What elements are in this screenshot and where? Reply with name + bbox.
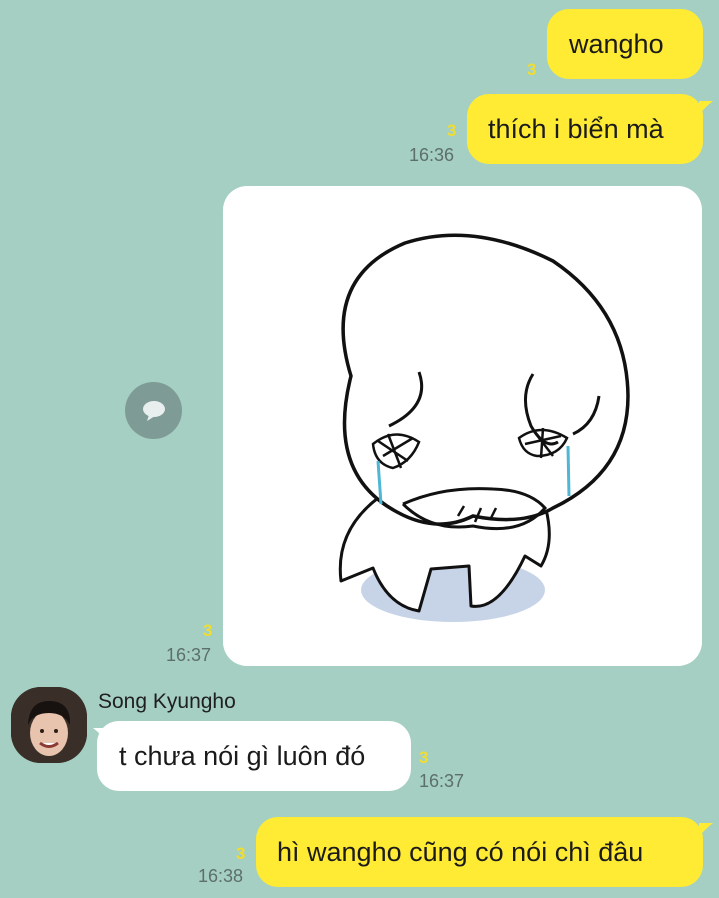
avatar[interactable] — [11, 687, 87, 763]
unread-count: 3 — [203, 621, 213, 640]
unread-count: 3 — [236, 844, 246, 863]
speech-bubble-icon — [142, 400, 165, 421]
message-bubble-thich-i-bien-ma[interactable]: thích i biển mà — [467, 94, 703, 164]
message-bubble-wangho[interactable]: wangho — [547, 9, 703, 79]
sender-name: Song Kyungho — [98, 690, 236, 713]
crying-character-sticker — [338, 233, 630, 622]
message-text: wangho — [569, 28, 664, 59]
unread-count: 3 — [419, 748, 429, 767]
message-time: 16:38 — [198, 866, 244, 886]
share-button[interactable] — [125, 382, 182, 439]
message-bubble-t-chua-noi-gi-luon-do[interactable]: t chưa nói gì luôn đó — [97, 721, 411, 791]
sticker-message[interactable] — [223, 186, 702, 666]
profile-photo — [11, 687, 87, 763]
bubble-tail — [699, 823, 713, 837]
message-time: 16:37 — [419, 771, 465, 791]
message-time: 16:36 — [409, 145, 455, 165]
bubble-tail — [699, 101, 713, 115]
message-text: t chưa nói gì luôn đó — [119, 740, 366, 771]
unread-count: 3 — [447, 121, 457, 140]
message-text: hì wangho cũng có nói chì đâu — [277, 836, 644, 867]
message-bubble-hi-wangho-cung-co-noi-chi-dau[interactable]: hì wangho cũng có nói chì đâu — [256, 817, 703, 887]
unread-count: 3 — [527, 60, 537, 79]
message-time: 16:37 — [166, 645, 212, 665]
message-text: thích i biển mà — [488, 113, 664, 144]
